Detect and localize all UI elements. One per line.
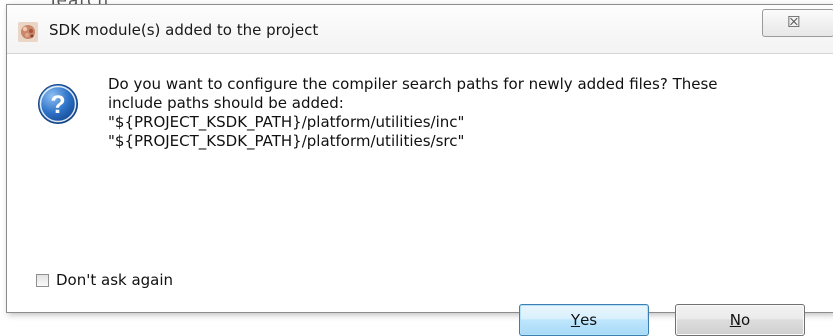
dialog-titlebar[interactable]: SDK module(s) added to the project ☒ [7, 5, 833, 54]
dialog-title: SDK module(s) added to the project [49, 21, 319, 39]
message-line: Do you want to configure the compiler se… [108, 75, 718, 93]
yes-mnemonic: Y [570, 311, 581, 329]
dialog-content: ? Do you want to configure the compiler … [7, 54, 833, 336]
close-button[interactable]: ☒ [762, 9, 833, 37]
question-mark-icon: ? [38, 84, 78, 124]
no-label-rest: o [741, 311, 751, 329]
dialog-message: Do you want to configure the compiler se… [108, 75, 798, 151]
dont-ask-again-checkbox[interactable] [36, 273, 49, 287]
message-line: include paths should be added: [108, 94, 344, 112]
message-line: "${PROJECT_KSDK_PATH}/platform/utilities… [108, 113, 465, 131]
dont-ask-again-label: Don't ask again [56, 271, 174, 289]
eclipse-app-icon [18, 22, 38, 42]
question-glyph: ? [50, 91, 65, 119]
no-mnemonic: N [729, 311, 742, 329]
no-button[interactable]: No [675, 304, 805, 336]
close-icon: ☒ [787, 13, 801, 31]
yes-label-rest: es [580, 311, 598, 329]
sdk-module-dialog: SDK module(s) added to the project ☒ ? D… [6, 4, 833, 336]
dont-ask-again-row[interactable]: Don't ask again [36, 270, 173, 290]
yes-button[interactable]: Yes [519, 304, 649, 336]
message-line: "${PROJECT_KSDK_PATH}/platform/utilities… [108, 132, 465, 150]
